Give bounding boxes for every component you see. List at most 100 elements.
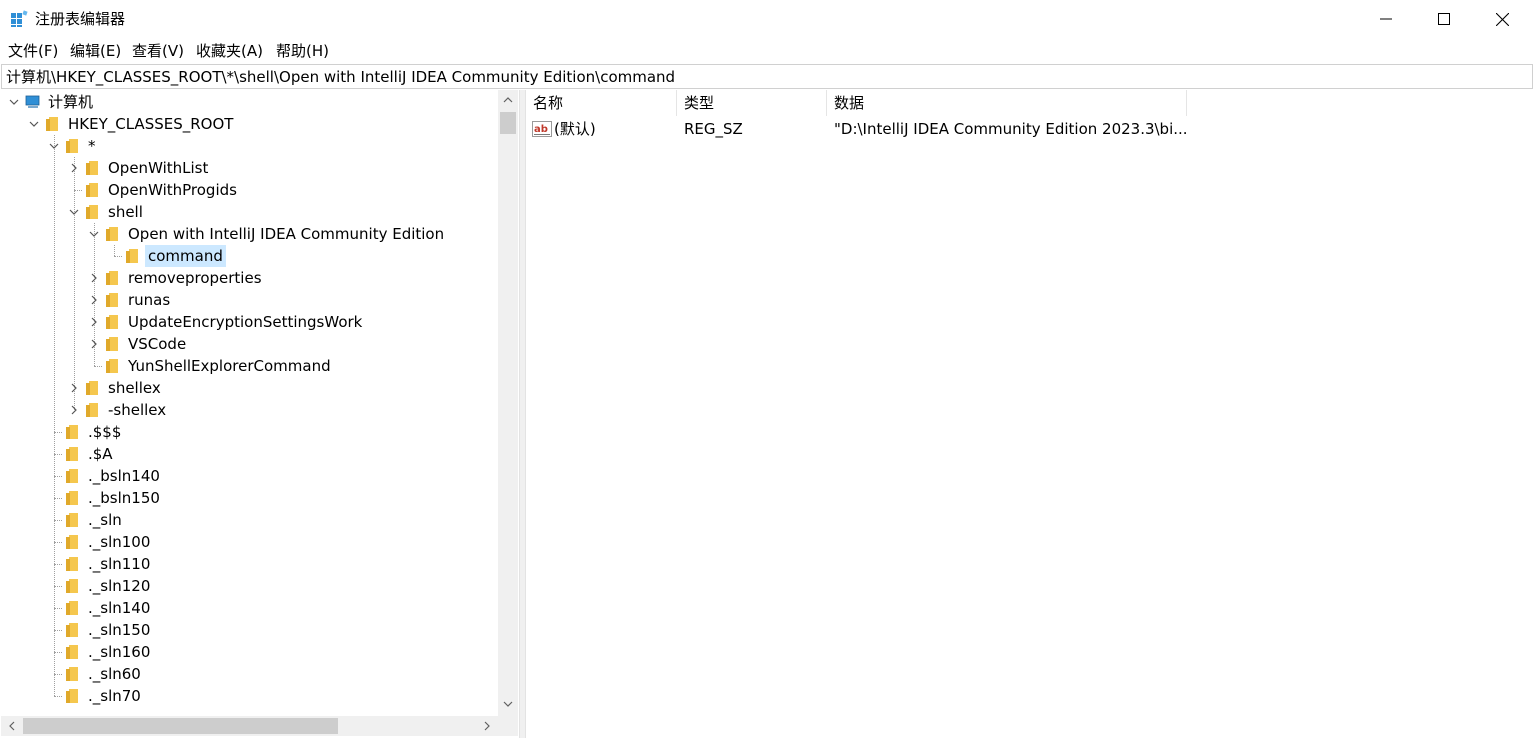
- menu-file[interactable]: 文件(F): [8, 41, 58, 61]
- scroll-up-icon[interactable]: [503, 96, 513, 104]
- tree-node-label: .$A: [88, 445, 113, 463]
- tree-node-sln70[interactable]: ._sln70: [1, 685, 498, 707]
- chevron-right-icon[interactable]: [69, 163, 79, 173]
- tree-node-label: shell: [108, 203, 143, 221]
- folder-icon: [66, 535, 78, 549]
- tree-node-label: runas: [128, 291, 171, 309]
- folder-icon: [126, 249, 138, 263]
- tree-node-item[interactable]: .$$$: [1, 421, 498, 443]
- tree-node-shellex[interactable]: -shellex: [1, 399, 498, 421]
- computer-icon: [25, 95, 40, 108]
- tree-node-sln160[interactable]: ._sln160: [1, 641, 498, 663]
- value-data: "D:\IntelliJ IDEA Community Edition 2023…: [834, 120, 1188, 138]
- tree-node-sln60[interactable]: ._sln60: [1, 663, 498, 685]
- folder-icon: [86, 403, 98, 417]
- column-header-data[interactable]: 数据: [827, 90, 1187, 116]
- chevron-right-icon[interactable]: [89, 295, 99, 305]
- tree-node-label: ._sln70: [88, 687, 141, 705]
- tree-node-bsln140[interactable]: ._bsln140: [1, 465, 498, 487]
- maximize-button[interactable]: [1415, 0, 1473, 38]
- tree-node-label: ._sln120: [88, 577, 151, 595]
- scroll-right-icon[interactable]: [483, 721, 491, 731]
- tree-node-shellex[interactable]: shellex: [1, 377, 498, 399]
- title-bar: 注册表编辑器: [0, 0, 1534, 38]
- tree-node-sln140[interactable]: ._sln140: [1, 597, 498, 619]
- minimize-button[interactable]: [1357, 0, 1415, 38]
- close-button[interactable]: [1473, 0, 1531, 38]
- tree-node-a[interactable]: .$A: [1, 443, 498, 465]
- list-header: 名称 类型 数据: [526, 90, 1533, 116]
- chevron-right-icon[interactable]: [89, 317, 99, 327]
- tree-node-label: .$$$: [88, 423, 122, 441]
- chevron-down-icon[interactable]: [69, 207, 79, 217]
- tree-node-label: 计算机: [48, 93, 94, 111]
- tree-node-removeproperties[interactable]: removeproperties: [1, 267, 498, 289]
- tree-node-openwithprogids[interactable]: OpenWithProgids: [1, 179, 498, 201]
- tree-node-bsln150[interactable]: ._bsln150: [1, 487, 498, 509]
- tree-horizontal-scrollbar[interactable]: [1, 716, 498, 736]
- tree-node-yunshellexplorercommand[interactable]: YunShellExplorerCommand: [1, 355, 498, 377]
- tree-node-item[interactable]: 计算机: [1, 91, 498, 113]
- folder-icon: [106, 315, 118, 329]
- chevron-down-icon[interactable]: [9, 97, 19, 107]
- tree-node-label: ._sln100: [88, 533, 151, 551]
- tree-node-updateencryptionsettingswork[interactable]: UpdateEncryptionSettingsWork: [1, 311, 498, 333]
- tree-node-label: HKEY_CLASSES_ROOT: [68, 115, 234, 133]
- tree-node-sln100[interactable]: ._sln100: [1, 531, 498, 553]
- tree-node-label: ._bsln150: [88, 489, 160, 507]
- tree-node-label: command: [145, 245, 226, 267]
- folder-icon: [106, 359, 118, 373]
- folder-icon: [66, 425, 78, 439]
- chevron-down-icon[interactable]: [29, 119, 39, 129]
- tree-node-runas[interactable]: runas: [1, 289, 498, 311]
- chevron-right-icon[interactable]: [89, 273, 99, 283]
- tree-horizontal-scroll-thumb[interactable]: [23, 718, 338, 734]
- folder-icon: [66, 579, 78, 593]
- menu-help[interactable]: 帮助(H): [276, 41, 329, 61]
- tree-node-sln[interactable]: ._sln: [1, 509, 498, 531]
- tree-node-open-with-intellij-idea-community-edition[interactable]: Open with IntelliJ IDEA Community Editio…: [1, 223, 498, 245]
- tree-vertical-scrollbar[interactable]: [498, 90, 518, 716]
- chevron-down-icon[interactable]: [49, 141, 59, 151]
- tree-node-vscode[interactable]: VSCode: [1, 333, 498, 355]
- chevron-right-icon[interactable]: [89, 339, 99, 349]
- tree-node-command[interactable]: command: [1, 245, 498, 267]
- column-header-name[interactable]: 名称: [526, 90, 677, 116]
- chevron-down-icon[interactable]: [89, 229, 99, 239]
- tree-node-hkey-classes-root[interactable]: HKEY_CLASSES_ROOT: [1, 113, 498, 135]
- tree-node-sln110[interactable]: ._sln110: [1, 553, 498, 575]
- folder-icon: [66, 667, 78, 681]
- column-header-type[interactable]: 类型: [677, 90, 827, 116]
- tree-node-label: VSCode: [128, 335, 187, 353]
- tree-node-shell[interactable]: shell: [1, 201, 498, 223]
- tree-node-label: YunShellExplorerCommand: [128, 357, 331, 375]
- folder-icon: [86, 183, 98, 197]
- window-title: 注册表编辑器: [35, 10, 126, 28]
- value-row[interactable]: ab (默认) REG_SZ "D:\IntelliJ IDEA Communi…: [526, 118, 1188, 140]
- menu-edit[interactable]: 编辑(E): [70, 41, 121, 61]
- scroll-down-icon[interactable]: [503, 700, 513, 708]
- chevron-right-icon[interactable]: [69, 383, 79, 393]
- tree-node-label: *: [88, 137, 96, 155]
- scroll-left-icon[interactable]: [8, 721, 16, 731]
- tree-node-sln150[interactable]: ._sln150: [1, 619, 498, 641]
- menu-view[interactable]: 查看(V): [132, 41, 184, 61]
- tree-node-label: ._sln150: [88, 621, 151, 639]
- tree-vertical-scroll-thumb[interactable]: [500, 112, 516, 134]
- tree-node-label: ._sln60: [88, 665, 141, 683]
- minimize-icon: [1380, 18, 1392, 20]
- folder-icon: [106, 293, 118, 307]
- address-path[interactable]: 计算机\HKEY_CLASSES_ROOT\*\shell\Open with …: [6, 67, 675, 87]
- folder-icon: [66, 645, 78, 659]
- menu-favorites[interactable]: 收藏夹(A): [196, 41, 263, 61]
- tree-node-sln120[interactable]: ._sln120: [1, 575, 498, 597]
- address-bar[interactable]: 计算机\HKEY_CLASSES_ROOT\*\shell\Open with …: [1, 64, 1533, 89]
- chevron-right-icon[interactable]: [69, 405, 79, 415]
- tree-node-label: ._bsln140: [88, 467, 160, 485]
- folder-icon: [86, 161, 98, 175]
- tree-node-openwithlist[interactable]: OpenWithList: [1, 157, 498, 179]
- tree-node-label: -shellex: [108, 401, 167, 419]
- tree-node-item[interactable]: *: [1, 135, 498, 157]
- tree-node-label: Open with IntelliJ IDEA Community Editio…: [128, 225, 445, 243]
- tree-node-label: ._sln110: [88, 555, 151, 573]
